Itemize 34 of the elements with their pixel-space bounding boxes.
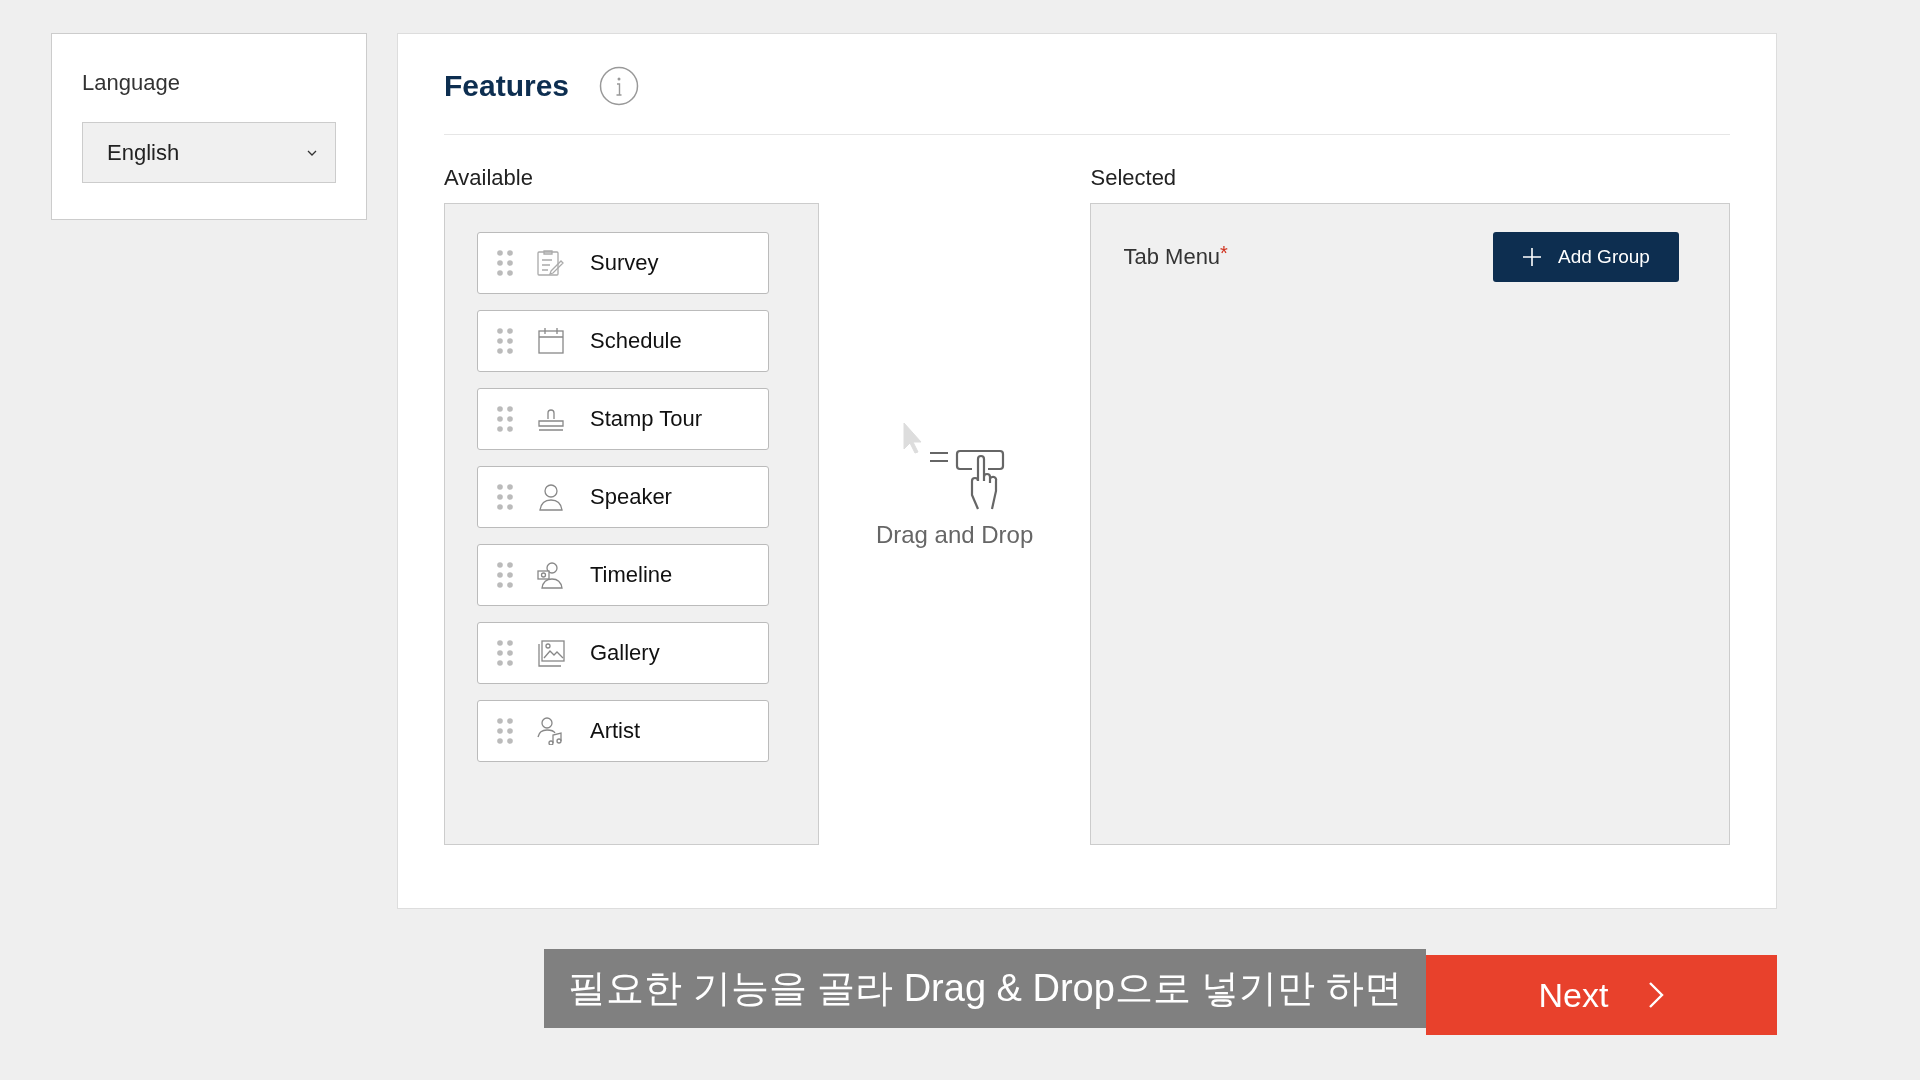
feature-item[interactable]: Speaker <box>477 466 769 528</box>
drag-handle-icon[interactable] <box>496 639 514 667</box>
feature-item[interactable]: Schedule <box>477 310 769 372</box>
selected-label: Selected <box>1090 165 1178 192</box>
subtitle-caption: 필요한 기능을 골라 Drag & Drop으로 넣기만 하면 <box>544 948 1426 1028</box>
drag-handle-icon[interactable] <box>496 249 514 277</box>
drag-handle-icon[interactable] <box>496 483 514 511</box>
person-camera-icon <box>536 561 566 589</box>
feature-item[interactable]: Artist <box>477 700 769 762</box>
plus-icon <box>1522 247 1543 267</box>
drag-handle-icon[interactable] <box>496 561 514 589</box>
next-button[interactable]: Next <box>1426 955 1777 1035</box>
feature-item[interactable]: Stamp Tour <box>477 388 769 450</box>
feature-item[interactable]: Gallery <box>477 622 769 684</box>
available-label: Available <box>444 165 534 192</box>
drag-drop-hint: Drag and Drop <box>875 521 1034 549</box>
drag-handle-icon[interactable] <box>496 717 514 745</box>
clipboard-pencil-icon <box>536 249 566 277</box>
drag-handle-icon[interactable] <box>496 405 514 433</box>
feature-item[interactable]: Survey <box>477 232 769 294</box>
chevron-right-icon <box>1648 981 1665 1009</box>
drag-handle-icon[interactable] <box>496 327 514 355</box>
calendar-icon <box>536 327 566 355</box>
chevron-down-icon <box>307 149 317 156</box>
info-icon[interactable] <box>599 66 640 106</box>
image-icon <box>536 639 566 667</box>
features-title: Features <box>444 69 570 103</box>
feature-item[interactable]: Timeline <box>477 544 769 606</box>
person-icon <box>536 483 566 511</box>
language-label: Language <box>82 70 181 96</box>
tab-menu-label: Tab Menu <box>1123 244 1221 270</box>
add-group-button[interactable]: Add Group <box>1493 232 1679 282</box>
language-select[interactable]: English <box>82 122 336 183</box>
required-mark: * <box>1220 242 1228 265</box>
